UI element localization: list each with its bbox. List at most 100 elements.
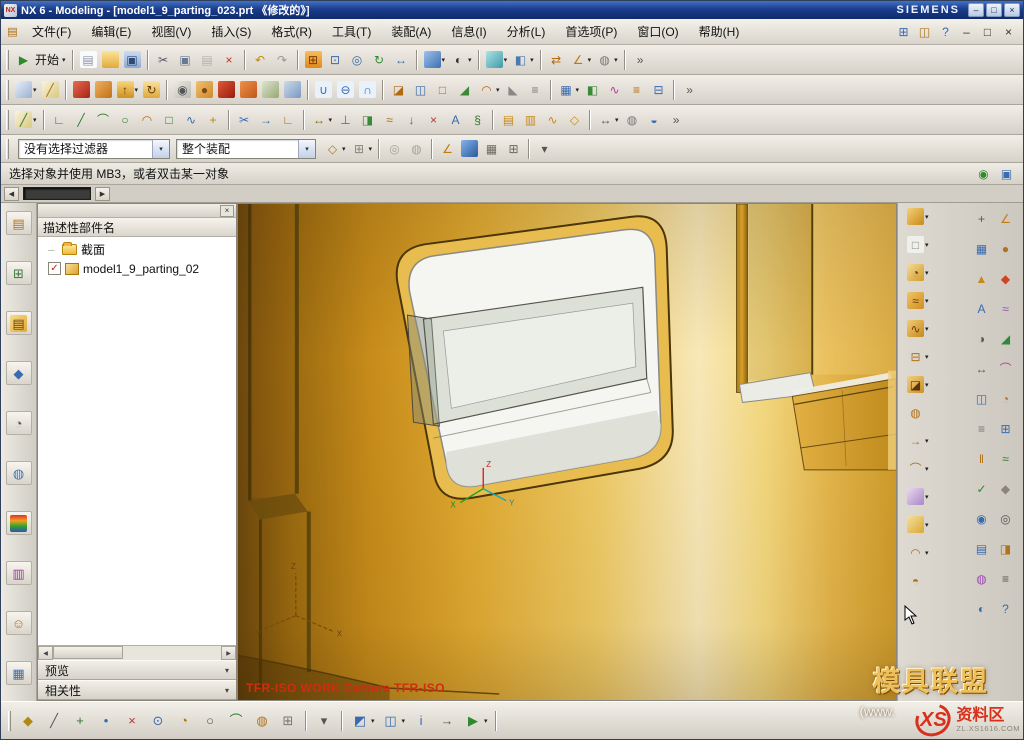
highlight-icon[interactable]: ◎: [384, 138, 405, 159]
hd3d-tools-icon[interactable]: ◔: [6, 411, 32, 435]
sew-icon[interactable]: ∿: [604, 79, 625, 100]
show-hide-icon[interactable]: ◍▾: [594, 49, 620, 70]
grid-icon[interactable]: ⊞: [503, 138, 524, 159]
slot-icon[interactable]: [260, 79, 281, 100]
menu-help[interactable]: 帮助(H): [689, 19, 750, 44]
boss-icon[interactable]: ●: [194, 79, 215, 100]
cut-icon[interactable]: ✂: [153, 49, 174, 70]
csys-orient-icon[interactable]: ∠▾: [568, 49, 594, 70]
point-set-icon[interactable]: +: [972, 209, 993, 228]
swept-icon[interactable]: ∿: [542, 109, 563, 130]
quick-extend-icon[interactable]: →: [256, 109, 277, 130]
toolbar-grip[interactable]: [6, 139, 9, 159]
reflect-analysis-icon[interactable]: ◑: [972, 329, 993, 348]
scope-dropdown[interactable]: 整个装配 ▾: [176, 139, 316, 159]
status-ball-icon[interactable]: ◉: [973, 163, 994, 184]
unite-icon[interactable]: ∪: [313, 79, 334, 100]
through-curves-surface-icon[interactable]: ≈▾: [906, 291, 930, 310]
check-geometry-icon[interactable]: ✓: [972, 479, 993, 498]
menu-format[interactable]: 格式(R): [261, 19, 322, 44]
prism-icon[interactable]: ◆: [996, 269, 1017, 288]
roles-icon[interactable]: ☺: [6, 611, 32, 635]
circle-icon[interactable]: ○: [115, 109, 136, 130]
highlight-lines-icon[interactable]: ‖: [972, 449, 993, 468]
sketch-in-task-icon[interactable]: ╱▾: [13, 109, 39, 130]
mirror-feature-icon[interactable]: ◧: [582, 79, 603, 100]
dome-surface-icon[interactable]: ◓: [906, 571, 925, 590]
helix-icon[interactable]: §: [467, 109, 488, 130]
zoom-window-icon[interactable]: ⊡: [325, 49, 346, 70]
general-selection-icon[interactable]: ⊞▾: [349, 138, 375, 159]
view-section-icon[interactable]: ◨: [996, 539, 1017, 558]
bounded-grid-icon[interactable]: ⊞: [276, 709, 300, 733]
top-selection-icon[interactable]: ◍: [406, 138, 427, 159]
studio-spline-icon[interactable]: ∿: [181, 109, 202, 130]
model-scene[interactable]: Z X Y Z X Y: [238, 204, 896, 700]
datum-plane-icon[interactable]: ▾: [13, 79, 39, 100]
checkbox-checked-icon[interactable]: ✓: [48, 262, 61, 275]
sculpt-surface-icon[interactable]: ▾: [906, 487, 930, 506]
snap-view-icon[interactable]: ◧▾: [510, 49, 536, 70]
menu-tools[interactable]: 工具(T): [322, 19, 381, 44]
more-standard-icon[interactable]: »: [630, 49, 651, 70]
bounded-plane-icon[interactable]: □▾: [906, 235, 930, 254]
help-icon[interactable]: ?: [935, 21, 956, 42]
menu-information[interactable]: 信息(I): [441, 19, 496, 44]
section-analysis-icon[interactable]: ◫: [972, 389, 993, 408]
start-button[interactable]: ▶开始▾: [13, 49, 68, 70]
snapshot-icon[interactable]: ◉: [972, 509, 993, 528]
tree-item-section[interactable]: ─ 截面: [38, 240, 236, 259]
swept-surface-icon[interactable]: ∿▾: [906, 319, 930, 338]
intersection-point-icon[interactable]: ×: [120, 709, 144, 733]
measure-distance-icon[interactable]: ↔▾: [595, 109, 621, 130]
type-filter-dropdown[interactable]: 没有选择过滤器 ▾: [18, 139, 170, 159]
menu-edit[interactable]: 编辑(E): [81, 19, 141, 44]
text-3d-icon[interactable]: A: [972, 299, 993, 318]
section-dependencies[interactable]: 相关性 ▾: [38, 680, 236, 700]
roles-gear-icon[interactable]: ◐: [972, 599, 993, 618]
preferences-icon[interactable]: ≡: [996, 569, 1017, 588]
orient-view-icon[interactable]: ▾: [484, 49, 510, 70]
quick-trim-icon[interactable]: ✂: [234, 109, 255, 130]
new-file-icon[interactable]: ▤: [78, 49, 99, 70]
project-curve-icon[interactable]: ↓: [401, 109, 422, 130]
close-child-icon[interactable]: ×: [998, 21, 1019, 42]
distance-analysis-icon[interactable]: ↔: [972, 359, 993, 378]
dock-forward-button[interactable]: ▶: [95, 187, 110, 201]
graphics-window[interactable]: Z X Y Z X Y: [237, 203, 897, 701]
extrude-icon[interactable]: ↑▾: [115, 79, 141, 100]
dock-grip[interactable]: [23, 187, 91, 200]
sphere-icon[interactable]: ●: [996, 239, 1017, 258]
open-icon[interactable]: [100, 49, 121, 70]
thread-icon[interactable]: ≡: [525, 79, 546, 100]
menu-assemblies[interactable]: 装配(A): [381, 19, 441, 44]
toolbar-grip[interactable]: [6, 110, 9, 130]
zoom-inout-icon[interactable]: ◎: [347, 49, 368, 70]
menu-insert[interactable]: 插入(S): [201, 19, 261, 44]
scroll-left-button[interactable]: ◀: [38, 646, 53, 660]
face-curves-icon[interactable]: ≈: [996, 449, 1017, 468]
shell-icon[interactable]: □: [432, 79, 453, 100]
wcs-dynamics-icon[interactable]: ∠: [437, 138, 458, 159]
curvature-icon[interactable]: ⌒: [996, 359, 1017, 378]
mid-point-icon[interactable]: +: [68, 709, 92, 733]
pan-view-icon[interactable]: ↔: [391, 49, 412, 70]
offset-curve-icon[interactable]: ≈: [379, 109, 400, 130]
redo-icon[interactable]: ↷: [272, 49, 293, 70]
process-studio-icon[interactable]: ▥: [6, 561, 32, 585]
line-icon[interactable]: ╱: [71, 109, 92, 130]
existing-point-icon[interactable]: ○: [198, 709, 222, 733]
object-display-icon[interactable]: ◍: [622, 109, 643, 130]
shaded-display-icon[interactable]: ▾: [422, 49, 448, 70]
snap-point-enable-icon[interactable]: ◆: [16, 709, 40, 733]
constraints-icon[interactable]: ⊥: [335, 109, 356, 130]
maximize-button[interactable]: □: [986, 3, 1002, 17]
history-palette-icon[interactable]: [6, 511, 32, 535]
dock-back-button[interactable]: ◀: [4, 187, 19, 201]
menu-preferences[interactable]: 首选项(P): [555, 19, 627, 44]
web-browser-icon[interactable]: ◍: [6, 461, 32, 485]
paste-icon[interactable]: ▤: [197, 49, 218, 70]
arc-center-icon[interactable]: ⊙: [146, 709, 170, 733]
toolbar-grip[interactable]: [6, 50, 9, 70]
system-scenes-icon[interactable]: ▦: [6, 661, 32, 685]
